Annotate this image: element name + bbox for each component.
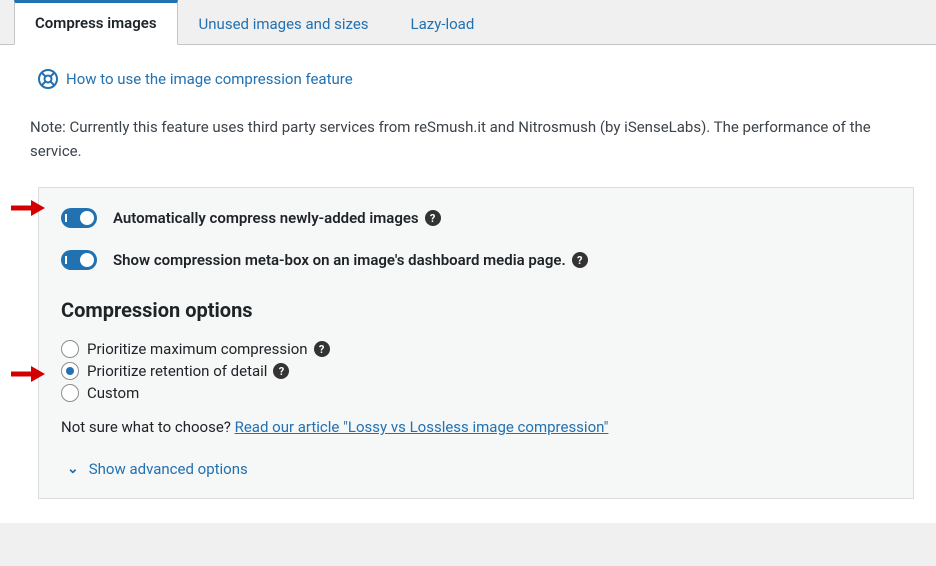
tab-bar: Compress images Unused images and sizes … xyxy=(0,0,936,45)
hint-row: Not sure what to choose? Read our articl… xyxy=(61,418,891,436)
help-link[interactable]: How to use the image compression feature xyxy=(66,70,353,88)
annotation-arrow-icon xyxy=(11,200,45,216)
radio-max-compression[interactable] xyxy=(61,340,79,358)
help-link-row: How to use the image compression feature xyxy=(38,69,914,89)
tab-lazy-load[interactable]: Lazy-load xyxy=(390,0,496,45)
tab-unused-images[interactable]: Unused images and sizes xyxy=(178,0,390,45)
radio-label-retention-detail: Prioritize retention of detail ? xyxy=(87,362,289,380)
article-link[interactable]: Read our article "Lossy vs Lossless imag… xyxy=(235,418,609,436)
radio-row-custom: Custom xyxy=(61,384,891,402)
toggle-auto-compress[interactable] xyxy=(61,208,97,228)
lifebuoy-icon xyxy=(38,69,58,89)
radio-text: Custom xyxy=(87,384,139,402)
radio-retention-detail[interactable] xyxy=(61,362,79,380)
options-box: Automatically compress newly-added image… xyxy=(38,187,914,499)
toggle-text: Show compression meta-box on an image's … xyxy=(113,251,566,269)
toggle-text: Automatically compress newly-added image… xyxy=(113,209,419,227)
help-icon[interactable]: ? xyxy=(273,363,289,379)
feature-note: Note: Currently this feature uses third … xyxy=(30,115,914,163)
radio-label-max-compression: Prioritize maximum compression ? xyxy=(87,340,330,358)
page-root: Compress images Unused images and sizes … xyxy=(0,0,936,523)
radio-row-max-compression: Prioritize maximum compression ? xyxy=(61,340,891,358)
help-icon[interactable]: ? xyxy=(314,341,330,357)
chevron-down-icon: ⌄ xyxy=(67,461,79,477)
hint-prefix: Not sure what to choose? xyxy=(61,418,235,436)
tab-compress-images[interactable]: Compress images xyxy=(14,0,178,45)
radio-label-custom: Custom xyxy=(87,384,139,402)
toggle-row-meta-box: Show compression meta-box on an image's … xyxy=(61,250,891,270)
toggle-row-auto-compress: Automatically compress newly-added image… xyxy=(61,208,891,228)
help-icon[interactable]: ? xyxy=(572,252,588,268)
toggle-meta-box[interactable] xyxy=(61,250,97,270)
radio-text: Prioritize maximum compression xyxy=(87,340,308,358)
annotation-arrow-icon xyxy=(11,366,45,382)
toggle-label-meta-box: Show compression meta-box on an image's … xyxy=(113,251,588,269)
show-advanced-options[interactable]: ⌄ Show advanced options xyxy=(67,460,891,478)
radio-row-retention-detail: Prioritize retention of detail ? xyxy=(61,362,891,380)
radio-text: Prioritize retention of detail xyxy=(87,362,267,380)
toggle-label-auto-compress: Automatically compress newly-added image… xyxy=(113,209,441,227)
section-heading-compression-options: Compression options xyxy=(61,298,891,322)
advanced-label: Show advanced options xyxy=(89,460,248,478)
help-icon[interactable]: ? xyxy=(425,210,441,226)
panel-compress-images: How to use the image compression feature… xyxy=(0,45,936,523)
radio-custom[interactable] xyxy=(61,384,79,402)
